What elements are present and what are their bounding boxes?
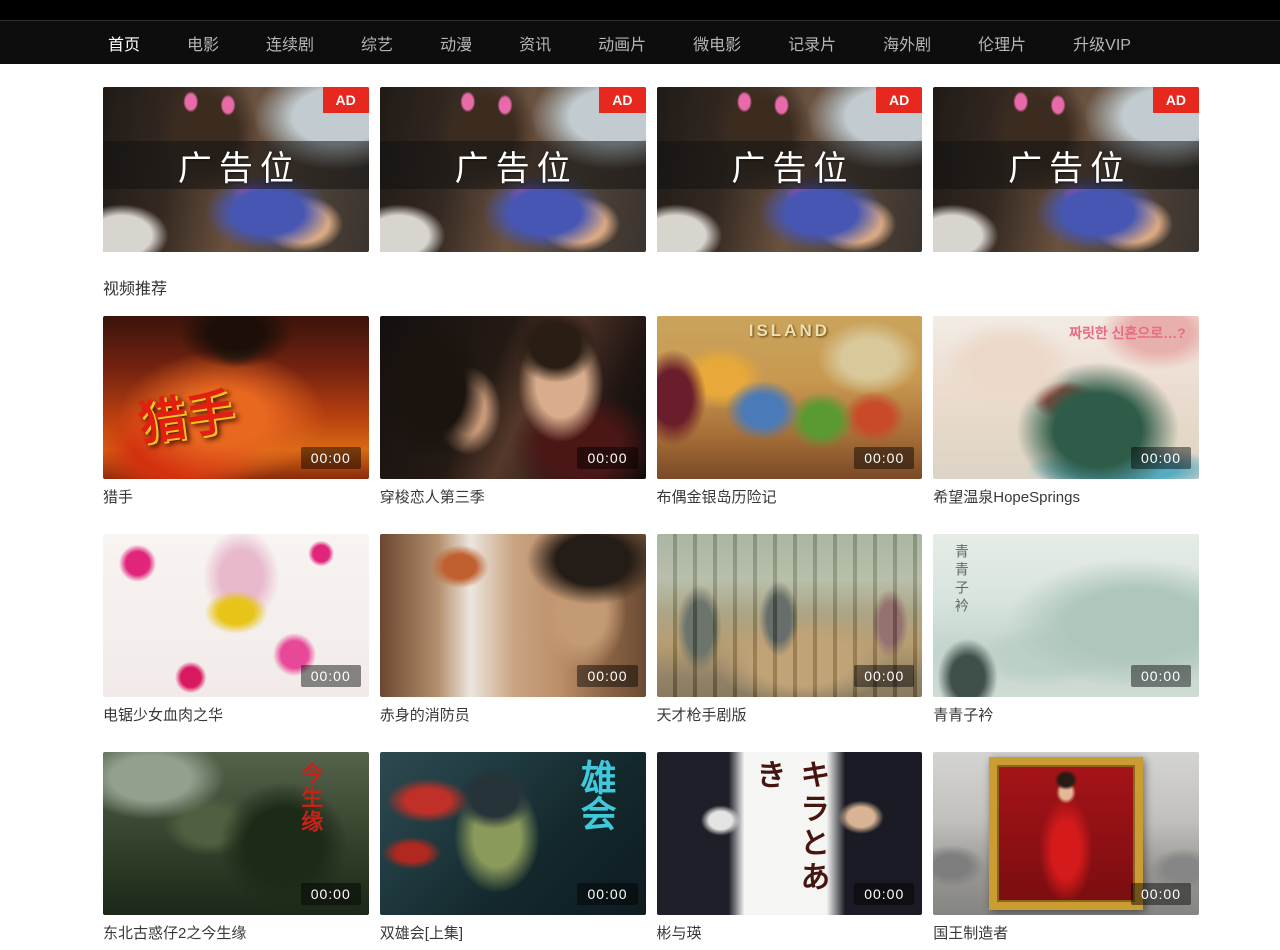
section-title: 视频推荐	[103, 275, 1199, 299]
duration-badge: 00:00	[301, 447, 361, 469]
video-card[interactable]: 今生缘 00:00 东北古惑仔2之今生缘	[103, 752, 369, 944]
duration-badge: 00:00	[301, 883, 361, 905]
ad-banner-row: 广告位 AD 广告位 AD 广告位 AD 广告位 AD	[103, 87, 1199, 252]
nav-item-伦理片[interactable]: 伦理片	[978, 31, 1026, 55]
video-thumbnail[interactable]: 青青子衿 00:00	[933, 534, 1199, 697]
video-thumbnail[interactable]: キラとあき 00:00	[657, 752, 923, 915]
ad-placeholder-label: 广告位	[1001, 141, 1131, 190]
duration-badge: 00:00	[577, 447, 637, 469]
video-card[interactable]: ISLAND 00:00 布偶金银岛历险记	[657, 316, 923, 508]
duration-badge: 00:00	[854, 447, 914, 469]
main-nav: 首页 电影 连续剧 综艺 动漫 资讯 动画片 微电影 记录片 海外剧 伦理片 升级VIP	[0, 20, 1280, 64]
duration-badge: 00:00	[854, 883, 914, 905]
video-title[interactable]: 电锯少女血肉之华	[103, 706, 369, 726]
top-header: 首页 电影 连续剧 综艺 动漫 资讯 动画片 微电影 记录片 海外剧 伦理片 升级VIP	[0, 0, 1280, 64]
video-thumbnail[interactable]: 猎手 00:00	[103, 316, 369, 479]
video-thumbnail[interactable]: 00:00	[657, 534, 923, 697]
video-thumbnail[interactable]: 00:00	[933, 752, 1199, 915]
ad-overlay-band: 广告位	[380, 141, 646, 189]
poster-art-text: 猎手	[133, 372, 238, 455]
poster-art-text: 青青子衿	[952, 544, 972, 616]
video-card[interactable]: キラとあき 00:00 彬与瑛	[657, 752, 923, 944]
video-title[interactable]: 彬与瑛	[657, 924, 923, 944]
video-card[interactable]: 雄会 00:00 双雄会[上集]	[380, 752, 646, 944]
video-grid: 猎手 00:00 猎手 00:00 穿梭恋人第三季 ISLAND 00:00 布…	[103, 316, 1199, 950]
nav-item-连续剧[interactable]: 连续剧	[266, 31, 314, 55]
video-title[interactable]: 赤身的消防员	[380, 706, 646, 726]
duration-badge: 00:00	[1131, 447, 1191, 469]
nav-item-海外剧[interactable]: 海外剧	[883, 31, 931, 55]
video-card[interactable]: 猎手 00:00 猎手	[103, 316, 369, 508]
duration-badge: 00:00	[577, 665, 637, 687]
nav-item-记录片[interactable]: 记录片	[788, 31, 836, 55]
video-title[interactable]: 国王制造者	[933, 924, 1199, 944]
poster-art-text: 짜릿한 신혼으로…?	[1069, 324, 1186, 343]
ad-banner[interactable]: 广告位 AD	[933, 87, 1199, 252]
video-title[interactable]: 青青子衿	[933, 706, 1199, 726]
video-card[interactable]: 00:00 赤身的消防员	[380, 534, 646, 726]
video-thumbnail[interactable]: 짜릿한 신혼으로…? 00:00	[933, 316, 1199, 479]
video-title[interactable]: 天才枪手剧版	[657, 706, 923, 726]
ad-badge: AD	[323, 87, 369, 113]
nav-item-动画片[interactable]: 动画片	[598, 31, 646, 55]
ad-overlay-band: 广告位	[933, 141, 1199, 189]
video-card[interactable]: 00:00 穿梭恋人第三季	[380, 316, 646, 508]
nav-item-升级VIP[interactable]: 升级VIP	[1073, 31, 1131, 55]
video-title[interactable]: 穿梭恋人第三季	[380, 488, 646, 508]
video-card[interactable]: 00:00 电锯少女血肉之华	[103, 534, 369, 726]
video-card[interactable]: 00:00 天才枪手剧版	[657, 534, 923, 726]
video-title[interactable]: 布偶金银岛历险记	[657, 488, 923, 508]
video-card[interactable]: 青青子衿 00:00 青青子衿	[933, 534, 1199, 726]
main-nav-list: 首页 电影 连续剧 综艺 动漫 资讯 动画片 微电影 记录片 海外剧 伦理片 升级VIP	[0, 21, 1280, 64]
video-thumbnail[interactable]: 00:00	[380, 534, 646, 697]
duration-badge: 00:00	[854, 665, 914, 687]
duration-badge: 00:00	[577, 883, 637, 905]
video-thumbnail[interactable]: 00:00	[380, 316, 646, 479]
nav-item-首页[interactable]: 首页	[108, 31, 140, 55]
video-thumbnail[interactable]: 今生缘 00:00	[103, 752, 369, 915]
nav-item-动漫[interactable]: 动漫	[440, 31, 472, 55]
ad-banner[interactable]: 广告位 AD	[380, 87, 646, 252]
ad-overlay-band: 广告位	[657, 141, 923, 189]
video-title[interactable]: 双雄会[上集]	[380, 924, 646, 944]
video-card[interactable]: 짜릿한 신혼으로…? 00:00 希望温泉HopeSprings	[933, 316, 1199, 508]
video-thumbnail[interactable]: ISLAND 00:00	[657, 316, 923, 479]
top-strip	[0, 0, 1280, 20]
video-title[interactable]: 东北古惑仔2之今生缘	[103, 924, 369, 944]
ad-placeholder-label: 广告位	[724, 141, 854, 190]
duration-badge: 00:00	[301, 665, 361, 687]
nav-item-资讯[interactable]: 资讯	[519, 31, 551, 55]
nav-item-电影[interactable]: 电影	[187, 31, 219, 55]
video-thumbnail[interactable]: 雄会 00:00	[380, 752, 646, 915]
ad-badge: AD	[876, 87, 922, 113]
poster-art-text: キラとあき	[745, 759, 833, 915]
ad-badge: AD	[1153, 87, 1199, 113]
poster-art-text: 今生缘	[294, 762, 326, 834]
poster-art-text: ISLAND	[749, 321, 830, 341]
poster-art-text: 雄会	[570, 759, 622, 831]
duration-badge: 00:00	[1131, 665, 1191, 687]
video-title[interactable]: 猎手	[103, 488, 369, 508]
nav-item-微电影[interactable]: 微电影	[693, 31, 741, 55]
nav-item-综艺[interactable]: 综艺	[361, 31, 393, 55]
duration-badge: 00:00	[1131, 883, 1191, 905]
content: 广告位 AD 广告位 AD 广告位 AD 广告位 AD 视频推荐 猎手 00:0…	[103, 87, 1199, 950]
ad-banner[interactable]: 广告位 AD	[657, 87, 923, 252]
ad-badge: AD	[599, 87, 645, 113]
video-card[interactable]: 00:00 国王制造者	[933, 752, 1199, 944]
video-thumbnail[interactable]: 00:00	[103, 534, 369, 697]
video-title[interactable]: 希望温泉HopeSprings	[933, 488, 1199, 508]
ad-overlay-band: 广告位	[103, 141, 369, 189]
ad-banner[interactable]: 广告位 AD	[103, 87, 369, 252]
ad-placeholder-label: 广告位	[448, 141, 578, 190]
ad-placeholder-label: 广告位	[171, 141, 301, 190]
